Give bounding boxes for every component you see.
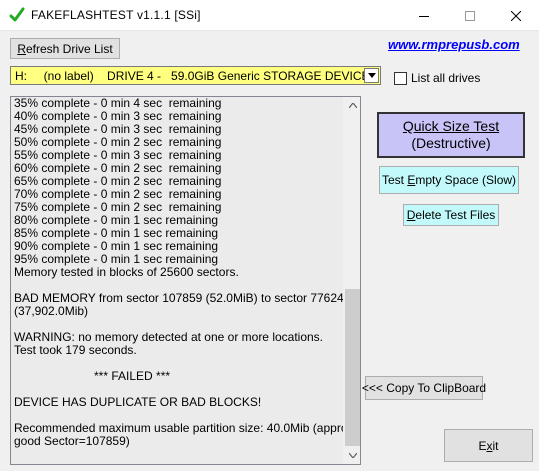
drive-select-value: H: (no label) DRIVE 4 - 59.0GiB Generic … xyxy=(15,69,370,83)
dropdown-button[interactable] xyxy=(364,68,379,83)
log-line: Memory tested in blocks of 25600 sectors… xyxy=(14,265,239,279)
scroll-up-button[interactable] xyxy=(344,97,360,114)
delete-test-files-button[interactable]: Delete Test Files xyxy=(403,204,499,226)
test-empty-label: mpty Space (Slow) xyxy=(415,173,517,187)
log-scrollbar[interactable] xyxy=(343,97,360,464)
title-bar: FAKEFLASHTEST v1.1.1 [SSi] xyxy=(0,0,539,31)
log-line: DEVICE HAS DUPLICATE OR BAD BLOCKS! xyxy=(14,395,262,409)
refresh-label: efresh Drive List xyxy=(25,41,113,56)
scroll-up-icon xyxy=(348,103,357,108)
log-line: (37,902.0Mib) xyxy=(14,304,89,318)
log-line: good Sector=107859) xyxy=(14,434,130,448)
scroll-thumb[interactable] xyxy=(345,289,360,446)
test-empty-accelerator: E xyxy=(407,173,416,187)
test-empty-space-button[interactable]: Test Empty Space (Slow) xyxy=(379,166,519,194)
copy-to-clipboard-button[interactable]: <<< Copy To ClipBoard xyxy=(361,376,487,400)
exit-label-rest: it xyxy=(492,438,499,453)
log-line: Test took 179 seconds. xyxy=(14,343,137,357)
minimize-button[interactable] xyxy=(401,0,447,31)
minimize-icon xyxy=(419,15,429,17)
list-all-drives-option[interactable]: List all drives xyxy=(394,71,480,85)
scroll-down-button[interactable] xyxy=(344,447,360,464)
refresh-drive-list-button[interactable]: Refresh Drive List xyxy=(10,38,120,59)
log-lines: 35% complete - 0 min 4 sec remaining 40% … xyxy=(14,97,360,448)
exit-button[interactable]: Ex it xyxy=(444,429,533,462)
close-button[interactable] xyxy=(493,0,539,31)
maximize-button[interactable] xyxy=(447,0,493,31)
quick-size-test-button[interactable]: Quick Size Test (Destructive) xyxy=(377,112,525,158)
quick-size-test-label: Quick Size Test xyxy=(402,118,500,134)
quick-size-test-sublabel: (Destructive) xyxy=(411,135,491,151)
drive-select[interactable]: H: (no label) DRIVE 4 - 59.0GiB Generic … xyxy=(10,66,381,85)
maximize-icon xyxy=(465,10,475,21)
list-all-drives-checkbox[interactable] xyxy=(394,71,407,85)
client-area: Refresh Drive List www.rmprepusb.com H: … xyxy=(0,31,539,471)
exit-label-pre: E xyxy=(478,438,487,453)
test-empty-label-pre: Test xyxy=(381,173,408,187)
scroll-down-icon xyxy=(348,453,357,458)
refresh-accelerator: R xyxy=(17,41,26,56)
log-line: *** FAILED *** xyxy=(14,369,171,383)
window-title: FAKEFLASHTEST v1.1.1 [SSi] xyxy=(31,8,201,22)
delete-accelerator: D xyxy=(406,208,416,222)
list-all-drives-label: List all drives xyxy=(411,71,481,85)
website-link[interactable]: www.rmprepusb.com xyxy=(388,37,520,52)
delete-label: elete Test Files xyxy=(415,208,496,222)
close-icon xyxy=(511,10,521,21)
green-check-icon xyxy=(9,7,25,22)
chevron-down-icon xyxy=(367,73,376,78)
log-output[interactable]: 35% complete - 0 min 4 sec remaining 40% … xyxy=(10,96,361,465)
copy-to-clipboard-label: <<< Copy To ClipBoard xyxy=(361,381,487,395)
